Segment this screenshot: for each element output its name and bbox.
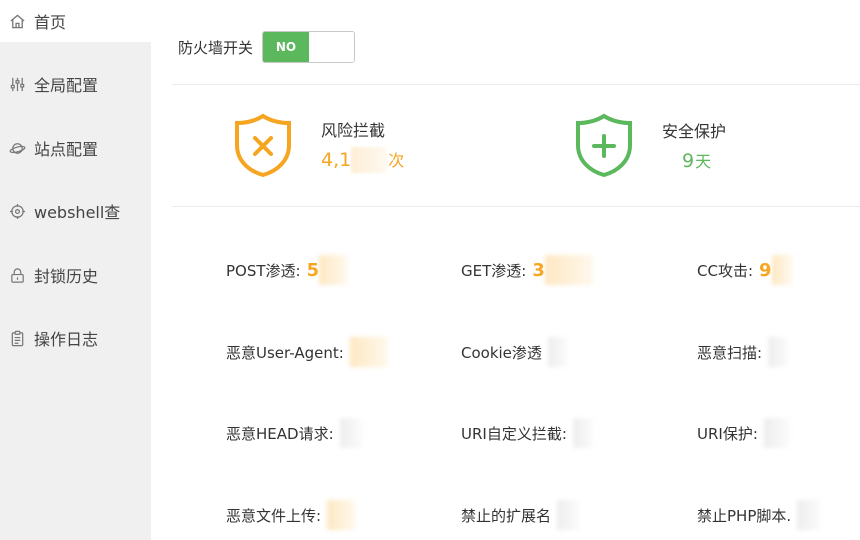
stat-label: URI保护: (697, 424, 758, 443)
redacted-mask (351, 147, 388, 174)
sidebar-item-label: 全局配置 (34, 76, 99, 95)
stat-label: 禁止的扩展名 (461, 506, 552, 525)
redacted-mask (797, 500, 822, 530)
firewall-switch-label: 防火墙开关 (178, 38, 254, 57)
toggle-on-label: NO (263, 32, 310, 62)
safe-protection-value: 9 (682, 150, 695, 172)
divider (172, 84, 860, 85)
risk-intercept-value: 4,1 (321, 148, 352, 171)
stat-uri-custom-block: URI自定义拦截: (461, 418, 593, 448)
redacted-mask (319, 255, 348, 285)
planet-icon (8, 139, 26, 157)
stat-label: CC攻击: (697, 261, 754, 280)
redacted-mask (547, 337, 568, 367)
risk-intercept-value-row: 4,1 次 (321, 147, 404, 174)
stat-label: 禁止PHP脚本. (697, 506, 792, 525)
stat-label: 恶意文件上传: (226, 506, 322, 525)
target-icon (8, 202, 26, 220)
clipboard-icon (8, 329, 26, 347)
sidebar-item-label: 站点配置 (34, 140, 99, 159)
stat-forbidden-extension: 禁止的扩展名 (461, 500, 580, 530)
divider (172, 206, 860, 207)
sidebar-item-operation-log[interactable]: 操作日志 (0, 318, 151, 358)
stat-value: 5 (306, 259, 320, 281)
sidebar: 首页 全局配置 站点配置 webshell查 封锁历史 操作日志 (0, 0, 151, 540)
sidebar-item-label: 操作日志 (34, 330, 99, 349)
stat-label: GET渗透: (461, 261, 527, 280)
redacted-mask (349, 337, 388, 367)
stat-cookie-injection: Cookie渗透 (461, 337, 568, 367)
sidebar-item-global-config[interactable]: 全局配置 (0, 64, 151, 104)
redacted-mask (544, 255, 593, 285)
redacted-mask (771, 255, 792, 285)
redacted-mask (572, 418, 593, 448)
stat-label: URI自定义拦截: (461, 424, 567, 443)
redacted-mask (763, 418, 790, 448)
safe-protection-title: 安全保护 (662, 122, 727, 141)
stat-post-injection: POST渗透: 5 (226, 255, 348, 285)
redacted-mask (327, 500, 356, 530)
toggle-off-area (309, 32, 355, 62)
lock-icon (8, 266, 26, 284)
stat-malicious-scan: 恶意扫描: (697, 337, 789, 367)
redacted-mask (557, 500, 580, 530)
shield-x-icon (233, 112, 293, 178)
firewall-switch-row: 防火墙开关 NO (178, 31, 356, 63)
stat-label: POST渗透: (226, 261, 301, 280)
stat-label: Cookie渗透 (461, 343, 542, 362)
sidebar-item-label: 首页 (34, 13, 67, 32)
shield-plus-icon (574, 112, 634, 178)
stat-uri-protection: URI保护: (697, 418, 790, 448)
stat-malicious-file-upload: 恶意文件上传: (226, 500, 356, 530)
stat-value: 3 (532, 259, 545, 281)
firewall-toggle[interactable]: NO (262, 31, 356, 63)
stat-malicious-user-agent: 恶意User-Agent: (226, 337, 388, 367)
stat-forbidden-php-script: 禁止PHP脚本. (697, 500, 822, 530)
sliders-icon (8, 75, 26, 93)
stat-label: 恶意User-Agent: (226, 343, 344, 362)
safe-protection-stat: 安全保护 9天 (574, 112, 726, 178)
sidebar-item-label: webshell查 (34, 203, 121, 222)
sidebar-item-home[interactable]: 首页 (0, 0, 151, 42)
sidebar-item-webshell[interactable]: webshell查 (0, 191, 151, 231)
stat-value: 9 (759, 259, 772, 281)
safe-protection-value-row: 9天 (662, 148, 726, 172)
redacted-mask (339, 418, 362, 448)
risk-intercept-title: 风险拦截 (321, 120, 386, 140)
sidebar-item-site-config[interactable]: 站点配置 (0, 128, 151, 168)
sidebar-item-block-history[interactable]: 封锁历史 (0, 255, 151, 295)
main-content: 防火墙开关 NO 风险拦截 4,1 次 安全保护 9天 POST渗透: 5 GE… (151, 0, 860, 540)
home-icon (8, 12, 26, 30)
risk-intercept-stat: 风险拦截 4,1 次 (233, 112, 404, 178)
safe-protection-unit: 天 (695, 152, 712, 171)
stat-cc-attack: CC攻击: 9 (697, 255, 792, 285)
stat-malicious-head-request: 恶意HEAD请求: (226, 418, 362, 448)
risk-intercept-unit: 次 (388, 150, 405, 170)
stat-label: 恶意扫描: (697, 343, 763, 362)
sidebar-item-label: 封锁历史 (34, 267, 99, 286)
stat-get-injection: GET渗透: 3 (461, 255, 593, 285)
redacted-mask (768, 337, 789, 367)
stat-label: 恶意HEAD请求: (226, 424, 334, 443)
